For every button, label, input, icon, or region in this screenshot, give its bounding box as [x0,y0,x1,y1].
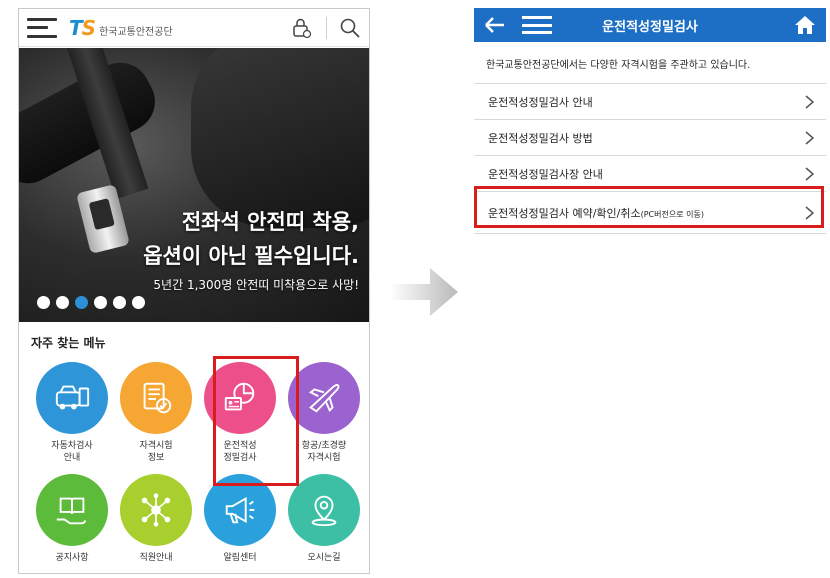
exam-document-icon [143,382,172,414]
menu-row-note: (PC버전으로 이동) [640,209,704,219]
menu-tile-car-inspection[interactable]: 자동차검사 안내 [31,362,113,466]
pagination-dot[interactable] [113,296,126,309]
tile-circle [288,474,360,546]
network-icon [141,493,171,527]
tile-label: 알림센터 [223,553,257,563]
pagination-dot[interactable] [94,296,107,309]
tile-circle [120,362,192,434]
pagination-dot[interactable] [75,296,88,309]
header-divider [326,16,327,39]
chevron-right-icon [805,130,814,145]
menu-tile-alert-center[interactable]: 알림센터 [199,474,281,573]
tile-circle [36,474,108,546]
tile-label: 공지사항 [55,553,89,563]
favorites-title: 자주 찾는 메뉴 [31,336,106,350]
main-app-screen: TS 한국교통안전공단 전좌석 안전띠 착용, 옵션이 아닌 필수입니다. 5년… [18,8,370,574]
book-hand-icon [56,497,87,525]
menu-row-label: 운전적성정밀검사 예약/확인/취소(PC버전으로 이동) [488,206,704,220]
menu-icon[interactable] [522,16,552,34]
search-icon[interactable] [339,17,361,39]
banner-headline-2: 옵션이 아닌 필수입니다. [143,244,359,268]
tile-circle [204,474,276,546]
comparison-stage: TS 한국교통안전공단 전좌석 안전띠 착용, 옵션이 아닌 필수입니다. 5년… [0,0,830,578]
airplane-icon [308,383,340,413]
menu-row-label: 운전적성정밀검사장 안내 [488,167,603,181]
tile-label: 오시는길 [307,553,341,563]
menu-row-reservation[interactable]: 운전적성정밀검사 예약/확인/취소(PC버전으로 이동) [474,192,826,234]
tile-circle [36,362,108,434]
back-arrow-icon[interactable] [484,16,506,34]
pagination-dot[interactable] [56,296,69,309]
menu-row-label: 운전적성정밀검사 안내 [488,95,593,109]
menu-tile-staff[interactable]: 직원안내 [115,474,197,573]
menu-tile-directions[interactable]: 오시는길 [283,474,365,573]
chevron-right-icon [805,205,814,220]
tile-circle [288,362,360,434]
megaphone-icon [225,496,255,524]
tile-label: 항공/초경량 자격시험 [301,441,347,463]
aptitude-test-screen: 운전적성정밀검사 한국교통안전공단에서는 다양한 자격시험을 주관하고 있습니다… [474,8,826,574]
chevron-right-icon [805,166,814,181]
aptitude-test-icon [224,382,255,411]
tile-label: 직원안내 [139,553,173,563]
pagination-dot[interactable] [132,296,145,309]
tile-label: 운전적성 정밀검사 [223,441,257,463]
tile-label: 자동차검사 안내 [51,441,93,463]
logo-mark: TS [69,15,96,40]
site-logo[interactable]: TS 한국교통안전공단 [69,16,173,40]
menu-tile-license-exam[interactable]: 자격시험 정보 [115,362,197,466]
menu-tile-notice[interactable]: 공지사항 [31,474,113,573]
page-header: 운전적성정밀검사 [474,8,826,42]
transition-arrow-icon [390,268,458,316]
menu-icon[interactable] [27,17,57,38]
tile-label: 자격시험 정보 [139,441,173,463]
home-icon[interactable] [794,15,816,35]
banner-subline: 5년간 1,300명 안전띠 미착용으로 사망! [153,278,359,292]
chevron-right-icon [805,94,814,109]
menu-row-test-center[interactable]: 운전적성정밀검사장 안내 [474,156,826,192]
menu-tile-aptitude-test[interactable]: 운전적성 정밀검사 [199,362,281,466]
header-actions [290,16,361,39]
location-pin-icon [311,495,337,527]
seatbelt-banner[interactable]: 전좌석 안전띠 착용, 옵션이 아닌 필수입니다. 5년간 1,300명 안전띠… [19,48,369,322]
car-inspection-icon [55,385,90,410]
menu-tile-aviation-exam[interactable]: 항공/초경량 자격시험 [283,362,365,466]
app-header: TS 한국교통안전공단 [19,9,369,47]
banner-seat-graphic [191,48,369,228]
banner-headline-1: 전좌석 안전띠 착용, [181,210,359,234]
logo-text: 한국교통안전공단 [99,26,173,38]
menu-row-label: 운전적성정밀검사 방법 [488,131,593,145]
favorites-grid: 자동차검사 안내 자격시험 정보 운전적성 정밀검사 항공/초경량 자격시험 공… [31,362,369,573]
menu-row-method[interactable]: 운전적성정밀검사 방법 [474,120,826,156]
login-icon[interactable] [290,17,312,39]
menu-row-guide[interactable]: 운전적성정밀검사 안내 [474,84,826,120]
intro-text: 한국교통안전공단에서는 다양한 자격시험을 주관하고 있습니다. [474,42,826,84]
tile-circle [120,474,192,546]
pagination-dot[interactable] [37,296,50,309]
tile-circle [204,362,276,434]
banner-pagination [37,296,145,309]
